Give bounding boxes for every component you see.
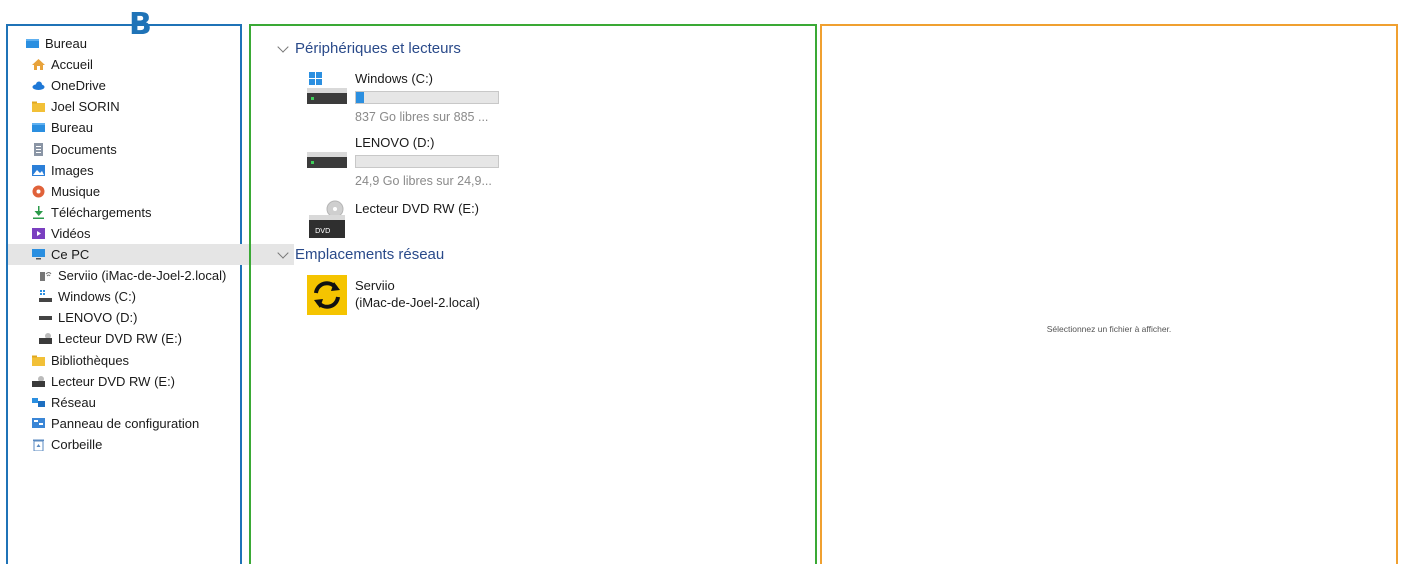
- network-item-serviio[interactable]: Serviio (iMac-de-Joel-2.local): [307, 275, 527, 319]
- nav-item[interactable]: Lecteur DVD RW (E:): [8, 328, 182, 349]
- nav-item-label: Windows (C:): [58, 289, 137, 305]
- nav-item[interactable]: Téléchargements: [8, 202, 151, 223]
- content-pane: Périphériques et lecteurs Windows (C:) 8…: [249, 24, 817, 564]
- pictures-icon: [32, 164, 45, 177]
- section-network-label: Emplacements réseau: [295, 246, 445, 263]
- home-icon: [32, 58, 45, 71]
- user-folder-icon: [32, 100, 45, 113]
- nav-item-label: LENOVO (D:): [58, 310, 138, 326]
- nav-item[interactable]: Windows (C:): [8, 286, 136, 307]
- nav-item[interactable]: Accueil: [8, 54, 93, 75]
- nav-item[interactable]: Corbeille: [8, 434, 102, 455]
- svg-text:DVD: DVD: [315, 227, 330, 235]
- drive-usage-bar: [355, 155, 499, 168]
- drive-free-space: 24,9 Go libres sur 24,9...: [355, 174, 492, 188]
- documents-icon: [32, 142, 45, 156]
- this-pc-icon: [32, 248, 45, 261]
- nav-item-label: Documents: [51, 141, 117, 157]
- drive-icon: [39, 311, 52, 324]
- section-devices-header[interactable]: Périphériques et lecteurs: [277, 40, 461, 57]
- nav-item[interactable]: Vidéos: [8, 223, 91, 244]
- chevron-down-icon: [277, 246, 289, 259]
- drive-name: Windows (C:): [355, 71, 434, 86]
- drive-usage-bar: [355, 91, 499, 104]
- nav-item-label: Corbeille: [51, 436, 103, 452]
- network-icon: [32, 396, 45, 409]
- nav-item[interactable]: Documents: [8, 139, 117, 160]
- music-icon: [32, 185, 45, 198]
- network-item-detail: (iMac-de-Joel-2.local): [355, 295, 480, 310]
- section-devices-label: Périphériques et lecteurs: [295, 40, 461, 57]
- nav-item-label: Serviio (iMac-de-Joel-2.local): [58, 268, 227, 284]
- nav-item-label: Joel SORIN: [51, 99, 120, 115]
- nav-item-label: Bureau: [51, 120, 93, 136]
- nav-item[interactable]: Bureau: [8, 33, 87, 54]
- nav-item[interactable]: Lecteur DVD RW (E:): [8, 371, 175, 392]
- nav-item[interactable]: Bibliothèques: [8, 350, 129, 371]
- nav-item-label: Panneau de configuration: [51, 415, 200, 431]
- chevron-down-icon: [277, 40, 289, 53]
- dvd-drive-icon: [32, 375, 45, 388]
- cloud-icon: [32, 79, 45, 92]
- drive-free-space: 837 Go libres sur 885 ...: [355, 110, 489, 124]
- nav-item[interactable]: Réseau: [8, 392, 96, 413]
- drive-name: LENOVO (D:): [355, 135, 435, 150]
- nav-item-label: Bureau: [45, 36, 87, 51]
- drive-c-icon: [39, 290, 52, 303]
- nav-item-label: Bibliothèques: [51, 352, 130, 368]
- nav-item[interactable]: Panneau de configuration: [8, 413, 199, 434]
- nav-item-label: Lecteur DVD RW (E:): [58, 331, 183, 347]
- videos-icon: [32, 227, 45, 240]
- network-device-icon: [39, 269, 52, 282]
- preview-message: Sélectionnez un fichier à afficher.: [1046, 324, 1172, 334]
- section-network-header[interactable]: Emplacements réseau: [277, 246, 445, 263]
- desktop-folder-icon: [32, 121, 45, 134]
- nav-item-label: Téléchargements: [51, 204, 152, 220]
- nav-item[interactable]: Joel SORIN: [8, 96, 120, 117]
- navigation-pane: Bureau Accueil OneDrive Joel SORIN Bureau Doc…: [6, 24, 294, 564]
- network-item-name: Serviio: [355, 278, 395, 293]
- nav-item-label: Lecteur DVD RW (E:): [51, 373, 176, 389]
- drive-item-c[interactable]: Windows (C:) 837 Go libres sur 885 ...: [307, 71, 507, 124]
- preview-pane: Sélectionnez un fichier à afficher.: [820, 24, 1398, 564]
- hard-drive-icon: [307, 152, 347, 168]
- nav-item[interactable]: Serviio (iMac-de-Joel-2.local): [8, 265, 226, 286]
- nav-item-label: Accueil: [51, 57, 93, 73]
- drive-usage-fill: [356, 92, 364, 103]
- windows-drive-icon: [307, 72, 347, 104]
- download-icon: [32, 205, 45, 219]
- nav-item[interactable]: LENOVO (D:): [8, 307, 137, 328]
- nav-item-label: Musique: [51, 183, 101, 199]
- nav-item[interactable]: Musique: [8, 181, 100, 202]
- nav-item-label: Réseau: [51, 394, 96, 410]
- drive-item-e[interactable]: DVD Lecteur DVD RW (E:): [307, 200, 507, 240]
- nav-item-label: OneDrive: [51, 78, 106, 94]
- desktop-folder-icon: [26, 37, 39, 50]
- drive-name: Lecteur DVD RW (E:): [355, 201, 480, 216]
- nav-item-label: Images: [51, 162, 94, 178]
- libraries-icon: [32, 354, 45, 367]
- drive-item-d[interactable]: LENOVO (D:) 24,9 Go libres sur 24,9...: [307, 135, 507, 188]
- control-panel-icon: [32, 417, 45, 430]
- serviio-icon: [307, 275, 347, 315]
- nav-item-label: Vidéos: [51, 225, 91, 241]
- dvd-drive-icon: [39, 332, 52, 345]
- dvd-drive-icon: DVD: [309, 200, 345, 238]
- nav-item[interactable]: OneDrive: [8, 75, 106, 96]
- nav-item[interactable]: Images: [8, 160, 94, 181]
- nav-item[interactable]: Bureau: [8, 117, 93, 138]
- recycle-bin-icon: [32, 438, 45, 452]
- nav-item-label: Ce PC: [51, 247, 90, 262]
